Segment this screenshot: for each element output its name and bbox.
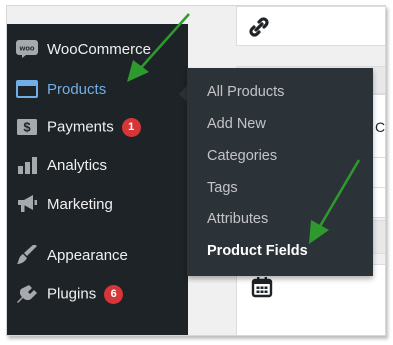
submenu-item-add-new[interactable]: Add New: [207, 116, 266, 132]
woo-icon: woo: [16, 38, 38, 60]
products-submenu: All Products Add New Categories Tags Att…: [187, 68, 373, 276]
sidebar-item-appearance[interactable]: Appearance: [7, 236, 188, 274]
link-icon: [247, 15, 271, 44]
screenshot-frame: C woo WooCommerce Products $ Payments 1 …: [6, 5, 386, 336]
payments-icon: $: [16, 116, 38, 138]
analytics-icon: [16, 154, 38, 176]
calendar-icon: [250, 275, 274, 304]
plugin-icon: [16, 283, 38, 305]
megaphone-icon: [16, 193, 38, 215]
products-icon: [16, 78, 38, 100]
truncated-text: C: [375, 119, 386, 135]
sidebar-item-label: WooCommerce: [47, 40, 151, 58]
update-count-badge: 1: [121, 117, 141, 137]
submenu-item-attributes[interactable]: Attributes: [207, 211, 268, 227]
sidebar-item-label-group: Plugins 6: [47, 284, 124, 304]
content-panel-top: [236, 6, 385, 46]
admin-sidebar: woo WooCommerce Products $ Payments 1 An…: [7, 24, 188, 335]
sidebar-item-marketing[interactable]: Marketing: [7, 185, 188, 223]
submenu-item-all-products[interactable]: All Products: [207, 84, 284, 100]
svg-text:$: $: [23, 120, 31, 135]
submenu-item-product-fields[interactable]: Product Fields: [207, 243, 308, 259]
sidebar-item-label: Marketing: [47, 195, 113, 213]
sidebar-item-plugins[interactable]: Plugins 6: [7, 275, 188, 313]
submenu-item-tags[interactable]: Tags: [207, 180, 238, 196]
sidebar-item-label-group: Payments 1: [47, 117, 141, 137]
sidebar-item-payments[interactable]: $ Payments 1: [7, 108, 188, 146]
flyout-pointer: [179, 86, 187, 102]
sidebar-item-label: Plugins: [47, 284, 97, 302]
sidebar-item-label: Products: [47, 80, 107, 98]
sidebar-item-analytics[interactable]: Analytics: [7, 146, 188, 184]
sidebar-item-label: Payments: [47, 117, 114, 135]
brush-icon: [16, 244, 38, 266]
update-count-badge: 6: [104, 284, 124, 304]
svg-text:woo: woo: [19, 44, 35, 53]
submenu-item-categories[interactable]: Categories: [207, 148, 277, 164]
sidebar-item-woocommerce[interactable]: woo WooCommerce: [7, 30, 188, 68]
menu-separator: [7, 224, 188, 234]
sidebar-item-label: Appearance: [47, 246, 128, 264]
sidebar-item-products[interactable]: Products: [7, 70, 188, 108]
sidebar-item-label: Analytics: [47, 156, 108, 174]
